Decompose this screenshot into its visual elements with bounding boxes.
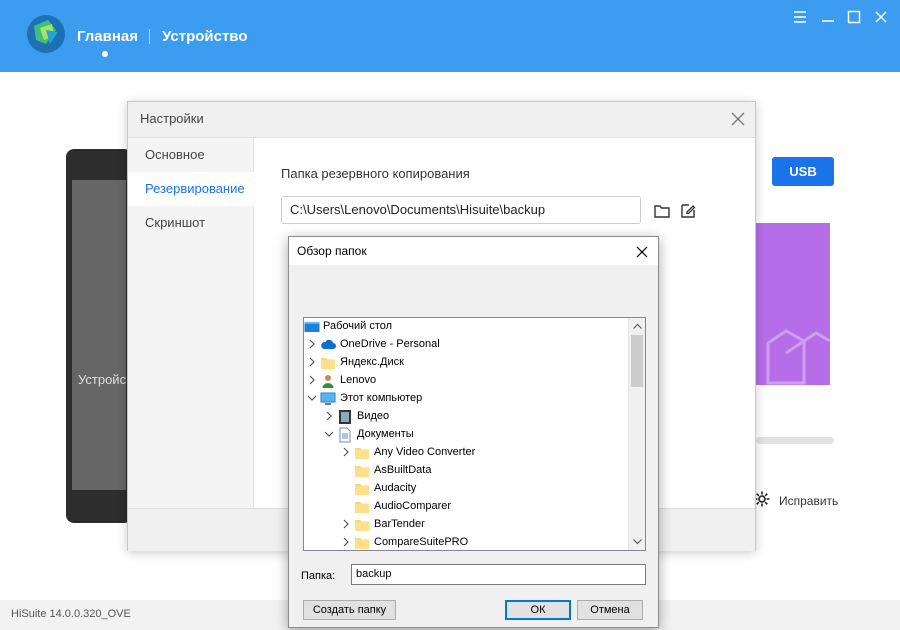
nav-separator [149, 29, 150, 44]
progress-bar [756, 437, 834, 444]
tree-item-desktop[interactable]: Рабочий стол [304, 318, 629, 336]
folder-icon [354, 481, 370, 497]
nav-device-tab[interactable]: Устройство [162, 28, 248, 45]
open-folder-icon[interactable] [653, 202, 671, 220]
cloud-icon [320, 337, 336, 353]
folder-icon [354, 517, 370, 533]
chevron-right-icon[interactable] [341, 447, 351, 457]
scroll-down-icon[interactable] [629, 533, 645, 550]
folder-icon [354, 445, 370, 461]
maximize-icon[interactable] [846, 9, 862, 25]
user-icon [320, 373, 336, 389]
tree-item-lenovo[interactable]: Lenovo [304, 372, 629, 390]
chevron-right-icon[interactable] [307, 357, 317, 367]
chevron-right-icon[interactable] [341, 537, 351, 547]
tree-item-onedrive[interactable]: OneDrive - Personal [304, 336, 629, 354]
scroll-up-icon[interactable] [629, 318, 645, 335]
settings-titlebar: Настройки [128, 102, 755, 138]
tree-item-video[interactable]: Видео [304, 408, 629, 426]
chevron-right-icon[interactable] [324, 411, 334, 421]
tree-scrollbar[interactable] [628, 318, 645, 550]
folder-field-label: Папка: [301, 570, 336, 582]
tree-item-asbuiltdata[interactable]: AsBuiltData [304, 462, 629, 480]
close-icon[interactable] [873, 9, 889, 25]
tree-item-audacity[interactable]: Audacity [304, 480, 629, 498]
settings-close-icon[interactable] [731, 112, 745, 126]
version-label: HiSuite 14.0.0.320_OVE [11, 608, 131, 620]
sidebar-item-screenshot[interactable]: Скриншот [128, 206, 254, 240]
computer-icon [320, 391, 336, 407]
browse-title: Обзор папок [297, 244, 367, 258]
settings-title: Настройки [140, 111, 204, 126]
settings-sidebar: Основное Резервирование Скриншот [128, 138, 254, 508]
browse-close-icon[interactable] [636, 245, 648, 258]
folder-icon [354, 535, 370, 550]
tree-item-this-pc[interactable]: Этот компьютер [304, 390, 629, 408]
tree-item-documents[interactable]: Документы [304, 426, 629, 444]
sidebar-item-backup[interactable]: Резервирование [128, 172, 254, 206]
video-icon [337, 409, 353, 425]
browse-titlebar: Обзор папок [289, 237, 658, 265]
tree-item-comparesuitepro[interactable]: CompareSuitePRO [304, 534, 629, 550]
folder-icon [354, 463, 370, 479]
repair-label: Исправить [779, 493, 839, 508]
menu-icon[interactable] [792, 9, 808, 25]
tree-item-audiocomparer[interactable]: AudioComparer [304, 498, 629, 516]
desktop-icon [304, 319, 320, 335]
chevron-down-icon[interactable] [324, 429, 334, 439]
folder-tree[interactable]: Рабочий стол OneDrive - Personal Яндекс.… [303, 317, 646, 551]
ok-button[interactable]: ОК [505, 600, 571, 620]
scroll-thumb[interactable] [631, 335, 643, 387]
folder-name-input[interactable]: backup [351, 564, 646, 585]
repair-button[interactable]: Исправить [753, 490, 838, 511]
tree-item-bartender[interactable]: BarTender [304, 516, 629, 534]
tree-item-yandex-disk[interactable]: Яндекс.Диск [304, 354, 629, 372]
phone-status-text: Устройс [78, 372, 127, 387]
promo-card [756, 223, 830, 385]
edit-icon[interactable] [679, 202, 697, 220]
cancel-button[interactable]: Отмена [577, 600, 643, 620]
usb-button[interactable]: USB [772, 157, 834, 186]
chevron-right-icon[interactable] [341, 519, 351, 529]
active-tab-indicator [102, 51, 108, 57]
chevron-down-icon[interactable] [307, 393, 317, 403]
top-bar: Главная Устройство [0, 0, 900, 72]
browse-folder-dialog: Обзор папок Рабочий стол OneDrive - Pers… [288, 236, 659, 628]
folder-icon [354, 499, 370, 515]
backup-path-field[interactable]: C:\Users\Lenovo\Documents\Hisuite\backup [281, 196, 641, 224]
chevron-right-icon[interactable] [307, 375, 317, 385]
sidebar-item-general[interactable]: Основное [128, 138, 254, 172]
promo-illustration-icon [766, 329, 830, 385]
folder-icon [320, 355, 336, 371]
documents-icon [337, 427, 353, 443]
nav-home-tab[interactable]: Главная [77, 28, 138, 45]
tree-item-any-video-converter[interactable]: Any Video Converter [304, 444, 629, 462]
backup-folder-label: Папка резервного копирования [281, 166, 470, 181]
minimize-icon[interactable] [820, 9, 836, 25]
phone-screen [72, 180, 126, 490]
hisuite-logo-icon [26, 14, 66, 54]
create-folder-button[interactable]: Создать папку [303, 600, 396, 620]
chevron-right-icon[interactable] [307, 339, 317, 349]
